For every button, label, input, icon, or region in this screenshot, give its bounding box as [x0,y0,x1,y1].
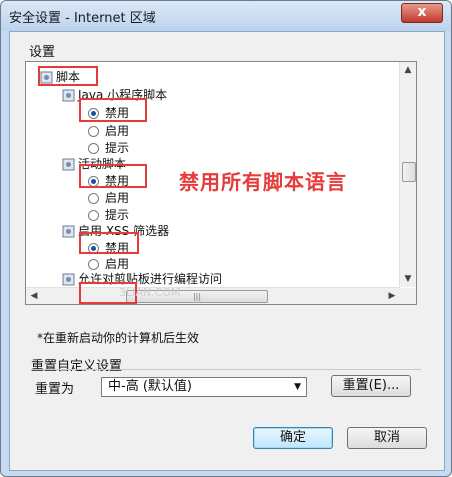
option-label: 启用 [105,257,130,271]
radio-option-enable[interactable]: 启用 [88,122,129,138]
scroll-up-arrow-icon[interactable]: ▲ [400,62,416,78]
settings-gear-icon [62,273,75,286]
vertical-scroll-thumb[interactable] [402,162,416,182]
settings-gear-icon [62,158,75,171]
group-separator [31,369,421,370]
dropdown-value: 中-高 (默认值) [108,379,192,394]
settings-gear-icon [62,225,75,238]
scroll-corner [400,288,416,304]
window-title: 安全设置 - Internet 区域 [9,11,156,26]
reset-button[interactable]: 重置(E)... [331,375,411,397]
settings-label: 设置 [29,45,56,60]
highlight-box-java-disable [79,98,147,122]
cancel-button[interactable]: 取消 [347,427,427,449]
dropdown-arrow-icon: ▼ [294,382,301,392]
radio-option-prompt[interactable]: 提示 [88,139,129,155]
settings-gear-icon [62,89,75,102]
annotation-text: 禁用所有脚本语言 [179,170,347,194]
radio-icon[interactable] [88,143,99,154]
vertical-scrollbar[interactable]: ▲ ▼ [399,62,416,287]
option-label: 提示 [105,141,130,155]
watermark: 3LIAN.COM [119,286,181,299]
restart-note: *在重新启动你的计算机后生效 [37,331,200,345]
radio-icon[interactable] [88,259,99,270]
radio-option-prompt[interactable]: 提示 [88,206,129,222]
scroll-left-arrow-icon[interactable]: ◀ [26,288,42,304]
scroll-down-arrow-icon[interactable]: ▼ [400,271,416,287]
reset-group-title: 重置自定义设置 [31,359,123,374]
radio-option-enable[interactable]: 启用 [88,189,129,205]
option-label: 启用 [105,191,130,205]
title-bar: 安全设置 - Internet 区域 x [1,1,451,31]
close-button[interactable]: x [401,3,443,23]
option-label: 提示 [105,208,130,222]
highlight-box-active-disable [79,164,147,188]
highlight-box-xss-disable [79,232,139,254]
radio-icon[interactable] [88,193,99,204]
security-level-dropdown[interactable]: 中-高 (默认值) ▼ [101,377,307,397]
scroll-right-arrow-icon[interactable]: ▶ [384,288,400,304]
radio-icon[interactable] [88,210,99,221]
highlight-box-category [38,66,98,86]
radio-option-enable[interactable]: 启用 [88,255,129,271]
reset-to-label: 重置为 [35,382,75,397]
option-label: 启用 [105,124,130,138]
security-settings-window: 安全设置 - Internet 区域 x 设置 脚本 Java 小程序脚本 禁用… [0,0,452,477]
radio-icon[interactable] [88,126,99,137]
ok-button[interactable]: 确定 [253,427,333,449]
